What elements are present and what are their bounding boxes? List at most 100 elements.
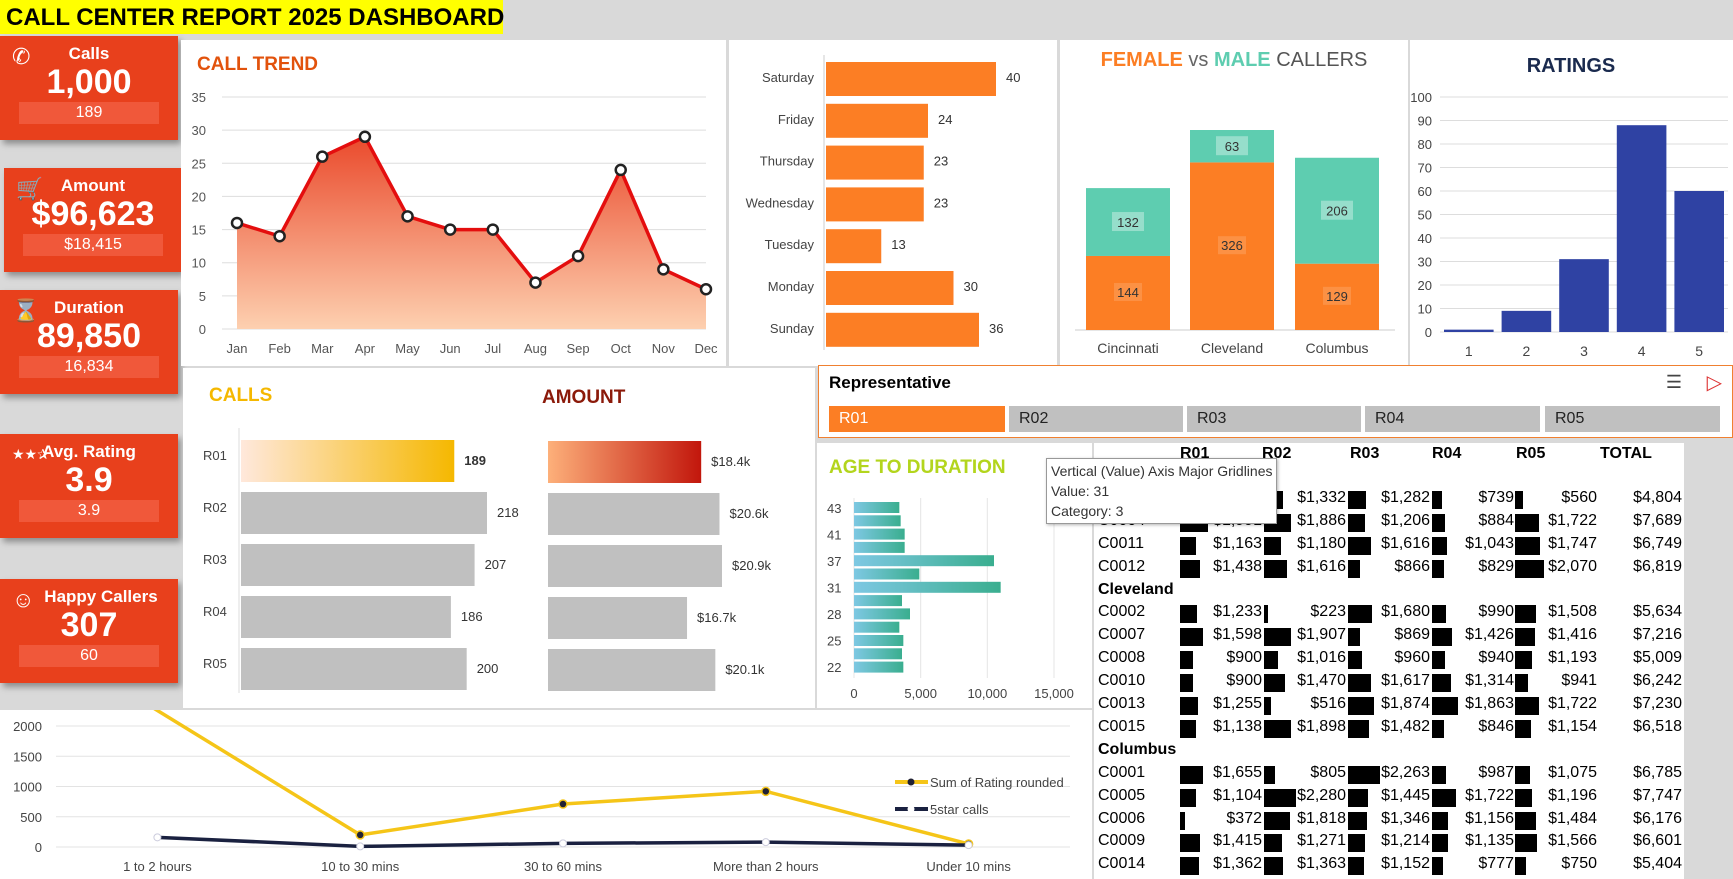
calls-value: 200 <box>477 661 499 676</box>
pivot-value: $1,470 <box>1297 672 1346 690</box>
gender-value-male: 132 <box>1117 215 1139 230</box>
pivot-value: $1,680 <box>1381 603 1430 621</box>
pivot-value: $1,346 <box>1381 809 1430 827</box>
pivot-value: $866 <box>1394 557 1430 575</box>
data-bar <box>1515 674 1528 693</box>
pivot-value: $1,863 <box>1465 695 1514 712</box>
pivot-total: $5,404 <box>1633 855 1682 873</box>
pivot-row: C0009 $1,415 $1,271 $1,214 $1,135 $1,566 $6,60… <box>1096 832 1684 854</box>
pivot-group-row: Columbus <box>1096 741 1684 763</box>
age-bar <box>854 555 994 567</box>
slicer-option-r01[interactable]: R01 <box>829 406 1005 432</box>
rep-label: R02 <box>203 500 227 515</box>
y-tick-label: 10 <box>192 256 206 271</box>
slicer-option-r05[interactable]: R05 <box>1545 406 1720 432</box>
y-tick-label: 10 <box>1418 302 1432 317</box>
slicer-option-r04[interactable]: R04 <box>1365 406 1540 432</box>
data-bar <box>1180 559 1200 578</box>
smiley-icon: ☺ <box>12 587 35 612</box>
pivot-total: $4,804 <box>1633 488 1682 506</box>
pivot-value: $940 <box>1478 649 1514 667</box>
pivot-row: C0015 $1,138 $1,898 $1,482 $846 $1,154 $6,518 <box>1096 718 1684 740</box>
y-tick-label: 28 <box>827 607 841 622</box>
data-bar <box>1264 536 1281 555</box>
pivot-value: $805 <box>1310 763 1346 781</box>
pivot-value: $1,818 <box>1297 809 1346 827</box>
weekday-bar <box>826 145 924 180</box>
multi-select-icon[interactable]: ☰ <box>1666 372 1682 393</box>
data-bar <box>1264 605 1268 624</box>
age-bar <box>854 648 902 660</box>
pivot-value: $941 <box>1561 672 1597 690</box>
representative-slicer: Representative ☰ ▷ R01 R02 R03 R04 R05 <box>818 365 1733 438</box>
fivestar-point <box>153 833 162 842</box>
pivot-value: $1,617 <box>1381 672 1430 690</box>
pivot-value: $1,508 <box>1548 603 1597 621</box>
pivot-value: $829 <box>1478 557 1514 575</box>
pivot-header-cell: R04 <box>1432 445 1462 462</box>
x-tick-label: Jan <box>227 341 248 356</box>
pivot-value: $2,280 <box>1297 786 1346 804</box>
kpi-rating-value: 3.9 <box>65 461 113 499</box>
age-bar <box>854 661 904 673</box>
data-bar <box>1180 719 1196 738</box>
data-bar <box>1432 674 1451 693</box>
data-bar <box>1348 605 1372 624</box>
data-bar <box>1348 788 1368 807</box>
weekday-value: 30 <box>964 279 978 294</box>
legend-label: 5star calls <box>930 802 989 817</box>
calls-value: 207 <box>485 557 507 572</box>
pivot-value: $1,075 <box>1548 763 1597 781</box>
pivot-value: $516 <box>1310 695 1346 712</box>
weekday-value: 23 <box>934 154 948 169</box>
data-bar <box>1348 490 1366 509</box>
weekday-label: Monday <box>768 279 815 294</box>
age-bar <box>854 621 900 633</box>
pivot-total: $6,749 <box>1633 534 1682 552</box>
pivot-value: $1,206 <box>1381 511 1430 529</box>
pivot-value: $1,566 <box>1548 832 1597 850</box>
gender-title: FEMALE vs MALE CALLERS <box>1101 49 1368 71</box>
pivot-value: $1,886 <box>1297 511 1346 529</box>
pivot-value: $1,616 <box>1297 557 1346 575</box>
pivot-group-label: Columbus <box>1098 740 1177 758</box>
x-tick-label: Jun <box>440 341 461 356</box>
amount-bar <box>548 441 702 483</box>
pivot-value: $900 <box>1226 649 1262 667</box>
pivot-total: $7,230 <box>1633 695 1682 712</box>
pivot-row: C0013 $1,255 $516 $1,874 $1,863 $1,722 $7,230 <box>1096 695 1684 717</box>
pivot-value: $1,196 <box>1548 786 1597 804</box>
data-bar <box>1348 697 1374 715</box>
data-bar <box>1515 628 1535 647</box>
trend-point <box>273 229 286 243</box>
pivot-value: $777 <box>1478 855 1514 873</box>
call-trend-panel: CALL TREND 0 5 10 15 20 25 30 35 Jan Feb Mar Apr May J… <box>181 40 726 366</box>
slicer-option-r02[interactable]: R02 <box>1009 406 1183 432</box>
data-bar <box>1264 788 1296 807</box>
slicer-option-r03[interactable]: R03 <box>1187 406 1361 432</box>
ratings-chart: RATINGS 0 10 20 30 40 50 60 70 80 90 100 1 2 3 4 5 <box>1410 55 1728 359</box>
data-bar <box>1432 834 1448 853</box>
weekday-value: 40 <box>1006 70 1020 85</box>
rep-label: R03 <box>203 552 227 567</box>
stars-icon: ★★✰ <box>12 446 49 462</box>
pivot-value: $1,598 <box>1213 626 1262 644</box>
pivot-value: $2,070 <box>1548 557 1597 575</box>
pivot-value: $1,362 <box>1213 855 1262 873</box>
x-tick-label: 3 <box>1580 343 1588 359</box>
call-trend-title: CALL TREND <box>197 54 318 75</box>
data-bar <box>1515 513 1539 532</box>
x-tick-label: 15,000 <box>1034 686 1074 701</box>
trend-point <box>316 150 329 163</box>
x-tick-label: 4 <box>1638 343 1646 359</box>
pivot-total: $7,747 <box>1633 786 1682 804</box>
trend-area <box>237 136 706 329</box>
pivot-value: $1,616 <box>1381 534 1430 552</box>
page-title: CALL CENTER REPORT 2025 DASHBOARD <box>0 0 504 34</box>
clear-filter-icon[interactable]: ▷ <box>1707 370 1722 395</box>
pivot-value: $1,426 <box>1465 626 1514 644</box>
data-bar <box>1515 651 1532 670</box>
y-tick-label: 80 <box>1418 137 1432 152</box>
weekday-value: 13 <box>891 237 905 252</box>
legend-label: Sum of Rating rounded <box>930 775 1064 790</box>
